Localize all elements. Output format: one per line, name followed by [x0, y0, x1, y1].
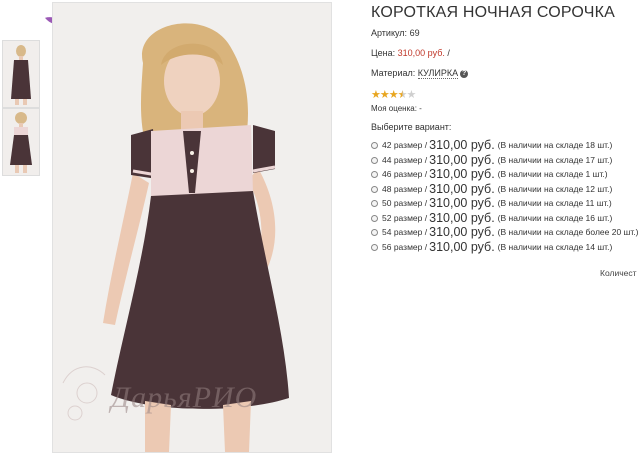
radio-button[interactable]	[371, 156, 378, 164]
radio-button[interactable]	[371, 141, 378, 149]
radio-button[interactable]	[371, 185, 378, 193]
product-main-photo[interactable]: ДарьяРИО	[52, 2, 332, 453]
variant-option[interactable]: 46 размер / 310,00 руб. (В наличии на ск…	[371, 167, 608, 181]
star-icon[interactable]: ★	[371, 89, 381, 101]
material-row: Материал: КУЛИРКА?	[371, 68, 469, 79]
variant-stock: (В наличии на складе 16 шт.)	[497, 213, 613, 223]
sku-label: Артикул:	[371, 28, 408, 38]
variant-size: 50 размер	[382, 198, 423, 208]
price-value: 310,00 руб.	[397, 48, 445, 58]
variant-option[interactable]: 54 размер / 310,00 руб. (В наличии на ск…	[371, 225, 639, 239]
variant-stock: (В наличии на складе 14 шт.)	[497, 242, 613, 252]
variant-option[interactable]: 44 размер / 310,00 руб. (В наличии на ск…	[371, 153, 612, 167]
variant-stock: (В наличии на складе 18 шт.)	[497, 140, 613, 150]
sku-value: 69	[409, 28, 420, 38]
variant-separator: /	[424, 140, 428, 150]
variant-stock: (В наличии на складе 1 шт.)	[497, 169, 608, 179]
star-icon[interactable]: ★	[389, 89, 399, 101]
variant-size: 42 размер	[382, 140, 423, 150]
my-rating-value: -	[419, 104, 422, 113]
radio-button[interactable]	[371, 228, 378, 236]
variant-stock: (В наличии на складе более 20 шт.)	[497, 227, 639, 237]
variant-option[interactable]: 52 размер / 310,00 руб. (В наличии на ск…	[371, 211, 612, 225]
material-label: Материал:	[371, 68, 416, 78]
variant-price: 310,00 руб.	[429, 211, 495, 225]
variant-separator: /	[424, 242, 428, 252]
quantity-label: Количест	[600, 268, 637, 278]
variant-option[interactable]: 56 размер / 310,00 руб. (В наличии на ск…	[371, 240, 612, 254]
thumbnail-back-view[interactable]	[2, 40, 40, 108]
variant-separator: /	[424, 155, 428, 165]
choose-variant-label: Выберите вариант:	[371, 122, 452, 132]
variant-size: 48 размер	[382, 184, 423, 194]
variant-separator: /	[424, 169, 428, 179]
price-row: Цена: 310,00 руб. /	[371, 48, 450, 58]
price-separator: /	[447, 48, 450, 58]
variant-price: 310,00 руб.	[429, 182, 495, 196]
material-link[interactable]: КУЛИРКА	[417, 68, 459, 79]
variant-size: 56 размер	[382, 242, 423, 252]
variant-option[interactable]: 42 размер / 310,00 руб. (В наличии на ск…	[371, 138, 612, 152]
variant-stock: (В наличии на складе 12 шт.)	[497, 184, 613, 194]
variant-price: 310,00 руб.	[429, 153, 495, 167]
radio-button[interactable]	[371, 243, 378, 251]
variant-stock: (В наличии на складе 17 шт.)	[497, 155, 613, 165]
my-rating-row: Моя оценка: -	[371, 104, 422, 113]
variant-price: 310,00 руб.	[429, 196, 495, 210]
radio-button[interactable]	[371, 214, 378, 222]
help-icon[interactable]: ?	[460, 69, 469, 78]
variant-price: 310,00 руб.	[429, 225, 495, 239]
variant-price: 310,00 руб.	[429, 138, 495, 152]
variant-option[interactable]: 50 размер / 310,00 руб. (В наличии на ск…	[371, 196, 612, 210]
variant-size: 54 размер	[382, 227, 423, 237]
variant-size: 44 размер	[382, 155, 423, 165]
star-icon[interactable]: ★	[407, 89, 417, 101]
thumbnail-front-view[interactable]	[2, 108, 40, 176]
variant-size: 46 размер	[382, 169, 423, 179]
variant-separator: /	[424, 184, 428, 194]
watermark-text: ДарьяРИО	[111, 381, 258, 414]
sku-row: Артикул: 69	[371, 28, 420, 38]
variant-size: 52 размер	[382, 213, 423, 223]
variant-separator: /	[424, 213, 428, 223]
radio-button[interactable]	[371, 170, 378, 178]
variant-separator: /	[424, 198, 428, 208]
product-title: КОРОТКАЯ НОЧНАЯ СОРОЧКА	[371, 4, 615, 21]
variant-option[interactable]: 48 размер / 310,00 руб. (В наличии на ск…	[371, 182, 612, 196]
price-label: Цена:	[371, 48, 396, 58]
rating-stars[interactable]: ★★★★★	[371, 88, 417, 101]
variant-price: 310,00 руб.	[429, 167, 495, 181]
my-rating-label: Моя оценка:	[371, 104, 417, 113]
variant-stock: (В наличии на складе 11 шт.)	[497, 198, 612, 208]
star-icon[interactable]: ★	[380, 89, 390, 101]
star-half-icon[interactable]: ★	[398, 89, 408, 101]
radio-button[interactable]	[371, 199, 378, 207]
variant-separator: /	[424, 227, 428, 237]
variant-price: 310,00 руб.	[429, 240, 495, 254]
